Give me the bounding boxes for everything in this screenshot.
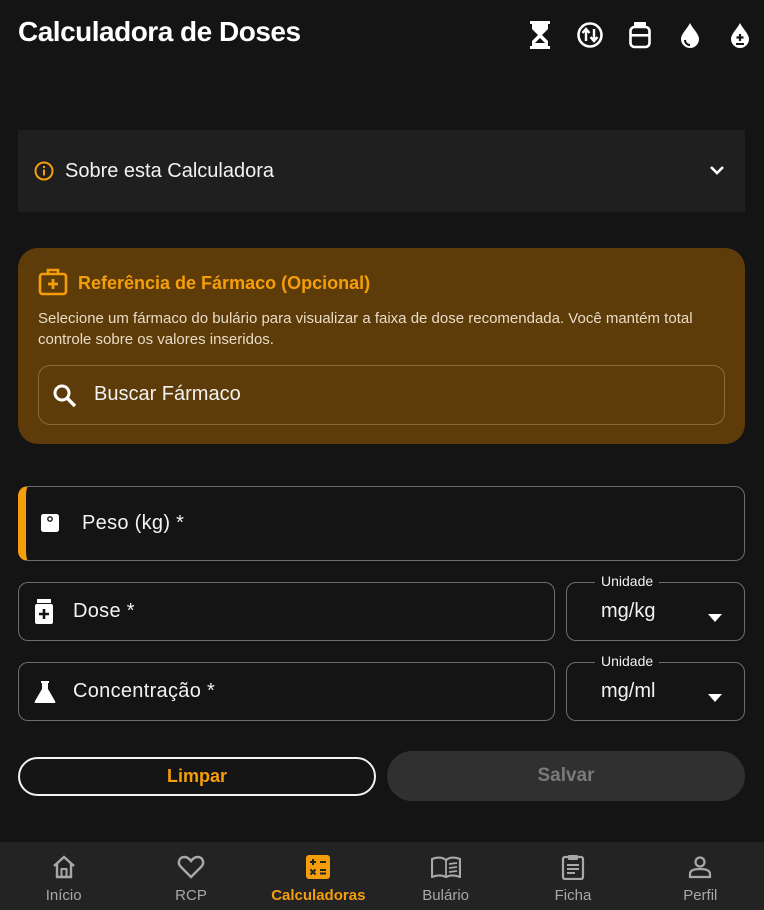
medical-bag-icon: [38, 268, 68, 301]
info-icon: [34, 161, 54, 186]
hourglass-icon[interactable]: [526, 18, 554, 52]
dose-unit-value: mg/kg: [601, 600, 656, 622]
save-button[interactable]: Salvar: [387, 751, 745, 801]
nav-item-rcp[interactable]: RCP: [127, 842, 254, 910]
clipboard-icon: [561, 853, 585, 881]
concentration-unit-value: mg/ml: [601, 680, 656, 702]
person-icon: [688, 853, 712, 881]
concentration-label: Concentração *: [73, 680, 216, 702]
nav-item-calculadoras[interactable]: Calculadoras: [255, 842, 382, 910]
conversion-icon[interactable]: [576, 18, 604, 52]
vial-icon[interactable]: [626, 18, 654, 52]
search-placeholder: Buscar Fármaco: [94, 383, 241, 405]
about-calculator-expander[interactable]: Sobre esta Calculadora: [18, 130, 745, 212]
nav-item-inicio[interactable]: Início: [0, 842, 127, 910]
nav-label: Bulário: [422, 887, 469, 904]
dropdown-arrow-icon: [708, 689, 722, 707]
concentration-unit-legend: Unidade: [595, 653, 660, 669]
heart-icon: [177, 853, 205, 881]
app-bar-actions: [526, 18, 754, 52]
dose-field[interactable]: Dose *: [18, 582, 555, 641]
drug-reference-card: Referência de Fármaco (Opcional) Selecio…: [18, 248, 745, 444]
clear-button[interactable]: Limpar: [18, 757, 376, 796]
scale-icon: [40, 513, 60, 538]
dose-unit-legend: Unidade: [595, 573, 660, 589]
dose-unit-select[interactable]: Unidade mg/kg: [566, 573, 745, 641]
reference-description: Selecione um fármaco do bulário para vis…: [38, 310, 693, 348]
nav-item-perfil[interactable]: Perfil: [637, 842, 764, 910]
flask-icon: [33, 680, 57, 709]
dropdown-arrow-icon: [708, 609, 722, 627]
concentration-field[interactable]: Concentração *: [18, 662, 555, 721]
home-icon: [51, 853, 77, 881]
reference-title: Referência de Fármaco (Opcional): [78, 273, 371, 293]
weight-label: Peso (kg) *: [82, 512, 185, 534]
nav-label: Calculadoras: [271, 887, 366, 904]
drug-search-input[interactable]: Buscar Fármaco: [38, 365, 725, 425]
concentration-unit-select[interactable]: Unidade mg/ml: [566, 653, 745, 721]
nav-item-ficha[interactable]: Ficha: [509, 842, 636, 910]
search-icon: [52, 383, 78, 414]
drop-plus-icon[interactable]: [726, 18, 754, 52]
medicine-bottle-icon: [33, 599, 55, 630]
dose-label: Dose *: [73, 600, 135, 622]
nav-label: RCP: [175, 887, 207, 904]
about-label: Sobre esta Calculadora: [65, 160, 275, 182]
nav-item-bulario[interactable]: Bulário: [382, 842, 509, 910]
book-icon: [430, 853, 461, 881]
drop-icon[interactable]: [676, 18, 704, 52]
bottom-navigation: Início RCP Calculadoras Bulário Ficha Pe…: [0, 842, 764, 910]
nav-label: Ficha: [554, 887, 592, 904]
calculator-icon: [306, 853, 331, 881]
nav-label: Início: [45, 887, 82, 904]
weight-field[interactable]: Peso (kg) *: [18, 486, 745, 561]
chevron-down-icon: [709, 162, 725, 183]
page-title: Calculadora de Doses: [18, 16, 301, 47]
app-bar: Calculadora de Doses: [0, 0, 764, 72]
nav-label: Perfil: [683, 887, 718, 904]
